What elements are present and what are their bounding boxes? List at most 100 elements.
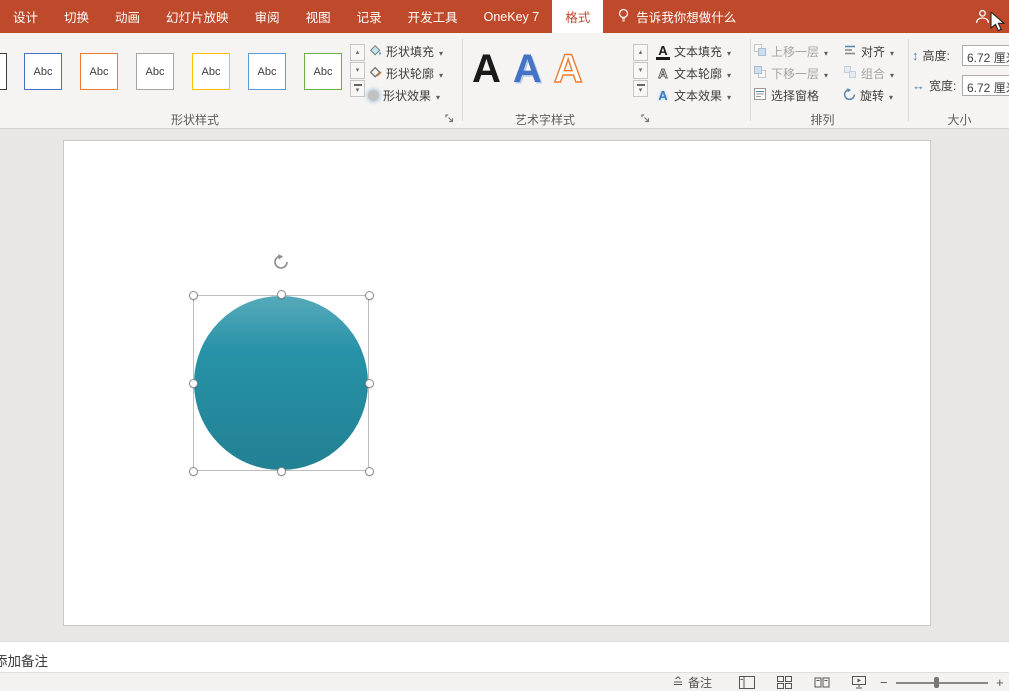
selection-handle-e[interactable]	[365, 379, 374, 388]
normal-view-button[interactable]	[739, 673, 755, 691]
more-bar-icon	[353, 83, 362, 86]
selection-handle-sw[interactable]	[189, 467, 198, 476]
chevron-down-icon	[889, 67, 894, 81]
tab-transitions[interactable]: 切换	[51, 0, 102, 33]
tab-view[interactable]: 视图	[293, 0, 344, 33]
tab-record[interactable]: 记录	[344, 0, 395, 33]
zoom-slider-thumb[interactable]	[934, 677, 939, 688]
bring-forward-button[interactable]: 上移一层	[753, 41, 828, 62]
selection-handle-se[interactable]	[365, 467, 374, 476]
shape-style-preset[interactable]: Abc	[304, 53, 342, 90]
send-backward-label: 下移一层	[771, 67, 820, 81]
height-input[interactable]: 6.72 厘米	[962, 45, 1009, 66]
rotate-button[interactable]: 旋转	[843, 85, 893, 106]
shape-style-preset[interactable]: Abc	[136, 53, 174, 90]
shape-style-preset[interactable]: Abc	[192, 53, 230, 90]
tab-developer[interactable]: 开发工具	[395, 0, 471, 33]
selection-handle-s[interactable]	[277, 467, 286, 476]
selection-pane-button[interactable]: 选择窗格	[753, 85, 819, 106]
shape-style-preset[interactable]: Abc	[24, 53, 62, 90]
slideshow-icon	[852, 676, 866, 689]
align-label: 对齐	[861, 45, 886, 59]
slide-editing-area[interactable]	[0, 129, 1009, 641]
pencil-outline-icon	[368, 65, 382, 82]
tab-animations[interactable]: 动画	[102, 0, 153, 33]
text-effects-button[interactable]: A 文本效果	[656, 85, 731, 106]
tell-me-box[interactable]: 告诉我你想做什么	[617, 0, 736, 33]
text-fill-label: 文本填充	[674, 45, 723, 59]
zoom-out-button[interactable]	[880, 673, 888, 691]
wordart-gallery: A A A	[472, 41, 583, 97]
shape-styles-dialog-launcher[interactable]	[444, 113, 456, 125]
zoom-slider-track[interactable]	[896, 682, 988, 684]
lightbulb-icon	[617, 8, 630, 26]
notes-placeholder[interactable]: 添加备注	[0, 650, 48, 670]
text-fill-button[interactable]: A 文本填充	[656, 41, 731, 62]
rotate-icon	[843, 87, 856, 104]
tab-format-active[interactable]: 格式	[552, 0, 604, 33]
wordart-preset[interactable]: A	[513, 49, 542, 89]
shape-style-preset[interactable]: Abc	[248, 53, 286, 90]
selection-handle-nw[interactable]	[189, 291, 198, 300]
chevron-down-icon	[438, 45, 443, 59]
chevron-down-icon	[726, 89, 731, 103]
text-effects-icon: A	[658, 88, 668, 103]
zoom-in-button[interactable]	[996, 673, 1004, 691]
chevron-down-icon	[639, 87, 643, 94]
height-row: 高度:	[912, 45, 950, 66]
width-row: 宽度:	[912, 75, 956, 96]
shape-outline-button[interactable]: 形状轮廓	[368, 63, 443, 84]
slide-sorter-icon	[777, 676, 792, 689]
wordart-scroll-down-button[interactable]	[633, 62, 648, 79]
status-bar: 备注	[0, 672, 1009, 691]
reading-view-button[interactable]	[814, 673, 830, 691]
wordart-preset[interactable]: A	[553, 48, 583, 89]
selection-handle-w[interactable]	[189, 379, 198, 388]
shape-fill-label: 形状填充	[386, 45, 435, 59]
slideshow-button[interactable]	[851, 673, 867, 691]
slide-sorter-button[interactable]	[777, 673, 792, 691]
normal-view-icon	[739, 676, 755, 689]
gallery-more-button[interactable]	[350, 80, 365, 97]
group-button[interactable]: 组合	[843, 63, 894, 84]
wordart-dialog-launcher[interactable]	[640, 113, 652, 125]
chevron-down-icon	[356, 87, 360, 94]
chevron-down-icon	[726, 45, 731, 59]
send-backward-button[interactable]: 下移一层	[753, 63, 828, 84]
notes-pane[interactable]: 添加备注	[0, 641, 1009, 672]
chevron-down-icon	[823, 67, 828, 81]
tab-review[interactable]: 审阅	[242, 0, 293, 33]
wordart-preset[interactable]: A	[472, 49, 501, 89]
more-bar-icon	[636, 83, 645, 86]
preset-label: Abc	[201, 65, 221, 78]
notes-icon	[672, 675, 684, 690]
wordart-more-button[interactable]	[633, 80, 648, 97]
notes-toggle-button[interactable]: 备注	[672, 673, 712, 691]
tab-onekey[interactable]: OneKey 7	[471, 0, 553, 33]
gallery-scroll-down-button[interactable]	[350, 62, 365, 79]
align-icon	[843, 43, 857, 60]
selection-pane-label: 选择窗格	[771, 89, 820, 103]
group-separator	[462, 39, 463, 121]
selection-handle-ne[interactable]	[365, 291, 374, 300]
tab-design[interactable]: 设计	[0, 0, 51, 33]
gallery-scroll-up-button[interactable]	[350, 44, 365, 61]
align-button[interactable]: 对齐	[843, 41, 894, 62]
shape-style-preset[interactable]: Abc	[80, 53, 118, 90]
shape-fill-button[interactable]: 形状填充	[368, 41, 443, 62]
preset-label: Abc	[257, 65, 277, 78]
text-outline-button[interactable]: A 文本轮廓	[656, 63, 731, 84]
account-icon[interactable]	[974, 8, 991, 28]
selection-handle-n[interactable]	[277, 290, 286, 299]
reading-view-icon	[814, 677, 830, 688]
shape-height-icon	[912, 48, 919, 63]
shape-effects-icon	[368, 90, 379, 101]
rotation-handle[interactable]	[273, 254, 289, 270]
selected-circle-shape[interactable]	[194, 296, 368, 470]
wordart-scroll-up-button[interactable]	[633, 44, 648, 61]
width-input[interactable]: 6.72 厘米	[962, 75, 1009, 96]
tab-slideshow[interactable]: 幻灯片放映	[153, 0, 242, 33]
selection-pane-icon	[753, 87, 767, 104]
shape-effects-button[interactable]: 形状效果	[368, 85, 440, 106]
shape-style-preset-partial[interactable]	[0, 53, 7, 90]
